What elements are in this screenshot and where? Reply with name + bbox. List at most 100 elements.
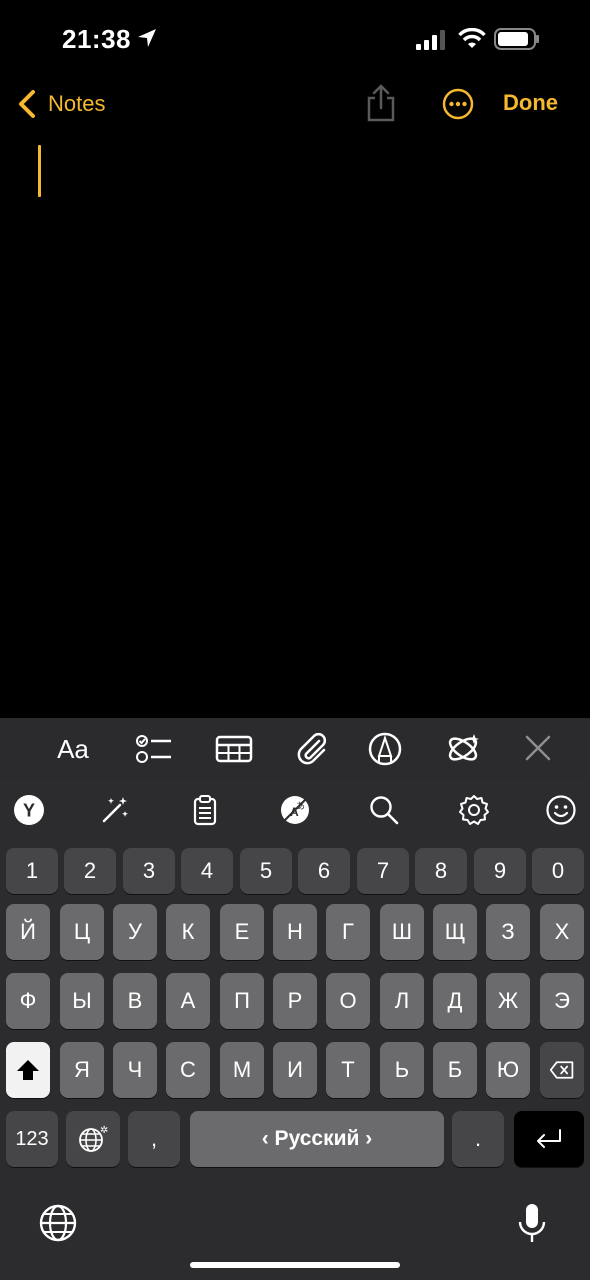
key-letter[interactable]: Ь [380,1042,424,1098]
svg-text:あ: あ [296,801,305,812]
text-style-button[interactable]: Aa [52,728,94,770]
key-letter[interactable]: З [486,904,530,960]
attachment-button[interactable] [290,728,332,770]
key-letter[interactable]: Н [273,904,317,960]
key-letter[interactable]: Ф [6,973,50,1029]
keyboard-globe-icon[interactable] [38,1203,78,1243]
magic-wand-button[interactable] [97,792,133,828]
key-letter[interactable]: С [166,1042,210,1098]
table-button[interactable] [213,728,255,770]
key-9[interactable]: 9 [474,848,526,894]
smiley-icon [546,795,576,825]
markup-button[interactable] [364,728,406,770]
cellular-signal-icon [416,30,445,50]
close-toolbar-button[interactable] [517,728,559,770]
key-letter[interactable]: У [113,904,157,960]
key-letter[interactable]: Л [380,973,424,1029]
key-8[interactable]: 8 [415,848,467,894]
key-2[interactable]: 2 [64,848,116,894]
done-button[interactable]: Done [503,90,558,116]
key-letter[interactable]: Г [326,904,370,960]
dictation-mic-icon[interactable] [516,1202,548,1246]
checklist-button[interactable] [133,728,175,770]
writing-tools-button[interactable] [442,728,484,770]
keyboard: Y A あ [0,780,590,1280]
status-time: 21:38 [62,24,131,54]
status-bar: 21:38 [0,0,590,80]
key-letter[interactable]: Э [540,973,584,1029]
svg-text:✲: ✲ [100,1125,108,1136]
search-button[interactable] [366,792,402,828]
translate-icon: A あ [281,796,309,824]
globe-icon: ✲ [79,1125,108,1152]
key-letter[interactable]: Ы [60,973,104,1029]
key-letter[interactable]: И [273,1042,317,1098]
back-button-label: Notes [48,91,106,116]
key-letter[interactable]: А [166,973,210,1029]
key-3[interactable]: 3 [123,848,175,894]
text-cursor [38,145,41,197]
backspace-icon [549,1061,574,1079]
language-switch-key[interactable]: ✲ [66,1111,120,1167]
key-letter[interactable]: К [166,904,210,960]
yandex-button[interactable]: Y [11,792,47,828]
space-bar[interactable]: ‹ Русский › [190,1111,444,1167]
key-letter[interactable]: Я [60,1042,104,1098]
key-letter[interactable]: Ю [486,1042,530,1098]
clipboard-icon [193,795,217,826]
return-arrow-icon [537,1129,561,1148]
note-editor[interactable] [0,135,590,717]
yandex-logo-letter: Y [23,801,35,821]
key-letter[interactable]: Е [220,904,264,960]
key-letter[interactable]: Ж [486,973,530,1029]
clipboard-button[interactable] [187,792,223,828]
backspace-key[interactable] [540,1042,584,1098]
key-letter[interactable]: Т [326,1042,370,1098]
more-options-icon[interactable] [442,88,474,120]
shift-arrow-icon [17,1060,39,1080]
key-letter[interactable]: Ц [60,904,104,960]
back-button[interactable]: Notes [16,86,105,122]
home-indicator[interactable] [190,1262,400,1268]
key-7[interactable]: 7 [357,848,409,894]
period-key[interactable]: . [452,1111,504,1167]
key-letter[interactable]: Ш [380,904,424,960]
comma-key[interactable]: , [128,1111,180,1167]
key-4[interactable]: 4 [181,848,233,894]
gear-icon [459,795,489,825]
key-letter[interactable]: М [220,1042,264,1098]
chevron-left-icon [19,90,35,118]
table-icon [215,735,253,763]
translate-button[interactable]: A あ [277,792,313,828]
key-0[interactable]: 0 [532,848,584,894]
key-letter[interactable]: Й [6,904,50,960]
key-letter[interactable]: П [220,973,264,1029]
markup-pen-icon [368,732,402,766]
key-letter[interactable]: Х [540,904,584,960]
text-style-label: Aa [57,733,89,764]
key-letter[interactable]: В [113,973,157,1029]
return-key[interactable] [514,1111,584,1167]
paperclip-icon [297,732,327,765]
share-icon[interactable] [364,84,398,122]
magic-wand-icon [102,797,128,823]
key-5[interactable]: 5 [240,848,292,894]
key-6[interactable]: 6 [298,848,350,894]
key-letter[interactable]: Ч [113,1042,157,1098]
key-letter[interactable]: Щ [433,904,477,960]
shift-key[interactable] [6,1042,50,1098]
search-icon [370,796,399,825]
key-letter[interactable]: Р [273,973,317,1029]
settings-button[interactable] [456,792,492,828]
yandex-logo-icon: Y [14,795,44,825]
key-1[interactable]: 1 [6,848,58,894]
key-letter[interactable]: О [326,973,370,1029]
numbers-mode-key[interactable]: 123 [6,1111,58,1167]
battery-icon [494,28,539,50]
key-letter[interactable]: Б [433,1042,477,1098]
key-letter[interactable]: Д [433,973,477,1029]
close-icon [525,735,551,761]
writing-tools-icon [448,734,479,761]
location-arrow-icon [138,29,156,47]
emoji-button[interactable] [543,792,579,828]
